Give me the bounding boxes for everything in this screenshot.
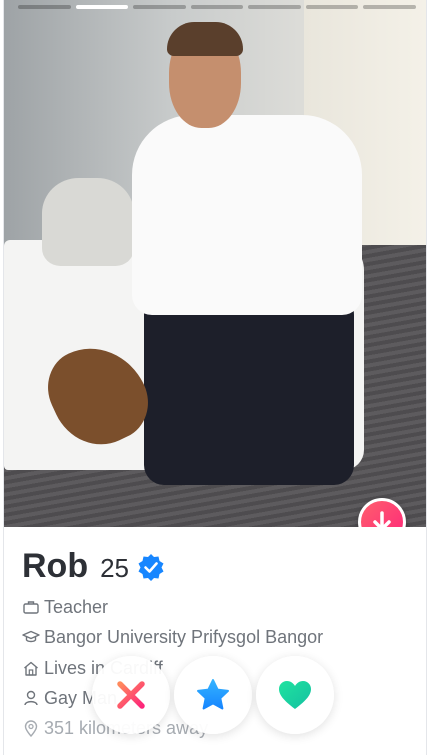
briefcase-icon	[22, 598, 40, 616]
profile-name: Rob	[22, 547, 89, 585]
name-row: Rob 25	[22, 547, 165, 586]
like-button[interactable]	[256, 656, 334, 734]
job-text: Teacher	[44, 596, 109, 617]
photo-hair	[167, 22, 243, 56]
photo-progress-segment[interactable]	[305, 5, 359, 9]
photo-progress-segment[interactable]	[248, 5, 301, 9]
photo-progress-segment[interactable]	[133, 5, 186, 9]
photo-progress-segment-active[interactable]	[75, 5, 129, 9]
nope-button[interactable]	[92, 656, 170, 734]
photo-shirt	[132, 115, 362, 315]
photo-progress-bar	[18, 5, 417, 9]
profile-photo[interactable]	[4, 0, 426, 527]
photo-progress-segment[interactable]	[363, 5, 417, 9]
school-row: Bangor University Prifysgol Bangor	[22, 625, 323, 649]
photo-progress-segment[interactable]	[190, 5, 244, 9]
heart-icon	[279, 681, 311, 709]
photo-bag	[42, 178, 134, 266]
verified-badge-icon	[137, 553, 165, 586]
close-icon	[117, 681, 145, 709]
profile-age: 25	[100, 553, 130, 583]
graduation-cap-icon	[22, 628, 40, 646]
action-bar	[0, 650, 429, 740]
profile-card[interactable]: Rob 25 Teacher Bangor University Prifysg…	[3, 0, 427, 755]
school-text: Bangor University Prifysgol Bangor	[44, 626, 324, 647]
star-icon	[197, 679, 229, 710]
job-row: Teacher	[22, 595, 108, 619]
super-like-button[interactable]	[174, 656, 252, 734]
photo-progress-segment[interactable]	[18, 5, 71, 9]
